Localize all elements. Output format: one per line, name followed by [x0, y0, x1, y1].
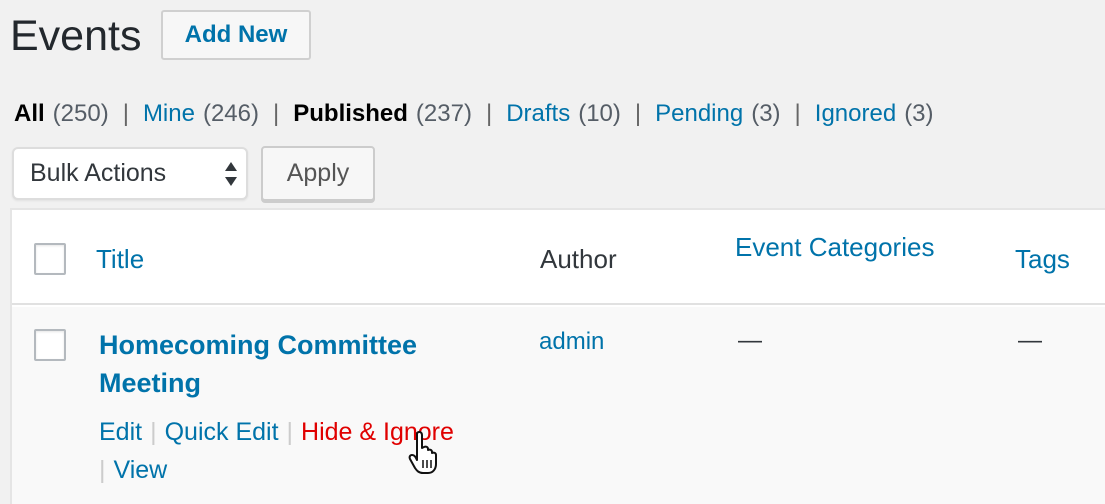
- hand-pointer-cursor-icon: [408, 430, 437, 474]
- add-new-button[interactable]: Add New: [161, 10, 311, 60]
- filter-published[interactable]: Published (237): [293, 98, 472, 130]
- updown-arrows-icon: [225, 162, 237, 186]
- action-separator: |: [99, 456, 106, 484]
- events-table: Title Author Event Categories Tags Homec…: [10, 208, 1105, 504]
- filter-drafts-label: Drafts: [506, 100, 571, 127]
- select-all-checkbox[interactable]: [34, 243, 66, 275]
- filter-separator: |: [485, 100, 493, 127]
- page-title: Events: [10, 12, 142, 60]
- column-author: Author: [540, 244, 617, 274]
- filter-pending-label: Pending: [655, 100, 744, 127]
- filter-separator: |: [122, 100, 129, 127]
- tags-cell: —: [1018, 327, 1042, 354]
- column-title-sort[interactable]: Title: [96, 244, 144, 275]
- filter-separator: |: [273, 100, 280, 127]
- post-title-line2: Meeting: [99, 368, 202, 398]
- filter-all-count: (250): [52, 100, 109, 127]
- column-tags[interactable]: Tags: [1015, 244, 1070, 275]
- filter-pending[interactable]: Pending (3): [655, 98, 780, 130]
- table-header: Title Author Event Categories Tags: [12, 210, 1105, 305]
- filter-separator: |: [794, 100, 801, 127]
- post-title-line1: Homecoming Committee: [99, 330, 418, 360]
- filter-pending-count: (3): [751, 100, 781, 127]
- filter-ignored-label: Ignored: [814, 100, 897, 127]
- quick-edit-link[interactable]: Quick Edit: [165, 418, 279, 446]
- filter-drafts-count: (10): [578, 100, 621, 127]
- bulk-actions-value: Bulk Actions: [30, 159, 167, 187]
- action-separator: |: [150, 418, 157, 446]
- filter-ignored[interactable]: Ignored (3): [815, 98, 934, 130]
- filter-mine[interactable]: Mine (246): [143, 98, 259, 130]
- filter-separator: |: [634, 100, 642, 127]
- filter-mine-label: Mine: [142, 100, 195, 127]
- view-link[interactable]: View: [114, 456, 168, 484]
- filter-published-count: (237): [415, 100, 472, 127]
- filter-mine-count: (246): [202, 100, 259, 127]
- filter-ignored-count: (3): [904, 100, 934, 127]
- filter-all-label: All: [14, 100, 45, 127]
- table-row: Homecoming Committee Meeting Edit | Quick …: [12, 307, 1105, 504]
- categories-cell: —: [738, 327, 762, 354]
- filter-published-label: Published: [293, 100, 408, 127]
- author-link[interactable]: admin: [539, 328, 604, 356]
- row-checkbox[interactable]: [34, 329, 66, 361]
- column-event-categories[interactable]: Event Categories: [735, 232, 934, 263]
- edit-link[interactable]: Edit: [99, 418, 142, 446]
- post-title-link[interactable]: Homecoming Committee Meeting: [99, 326, 479, 402]
- status-filters: All (250) | Mine (246) | Published (237)…: [14, 98, 934, 130]
- filter-drafts[interactable]: Drafts (10): [506, 98, 621, 130]
- row-actions: Edit | Quick Edit | Hide & Ignore | View: [99, 413, 519, 489]
- apply-button[interactable]: Apply: [261, 146, 375, 201]
- bulk-actions-select[interactable]: Bulk Actions: [12, 147, 248, 200]
- filter-all[interactable]: All (250): [14, 98, 109, 130]
- action-separator: |: [286, 418, 294, 446]
